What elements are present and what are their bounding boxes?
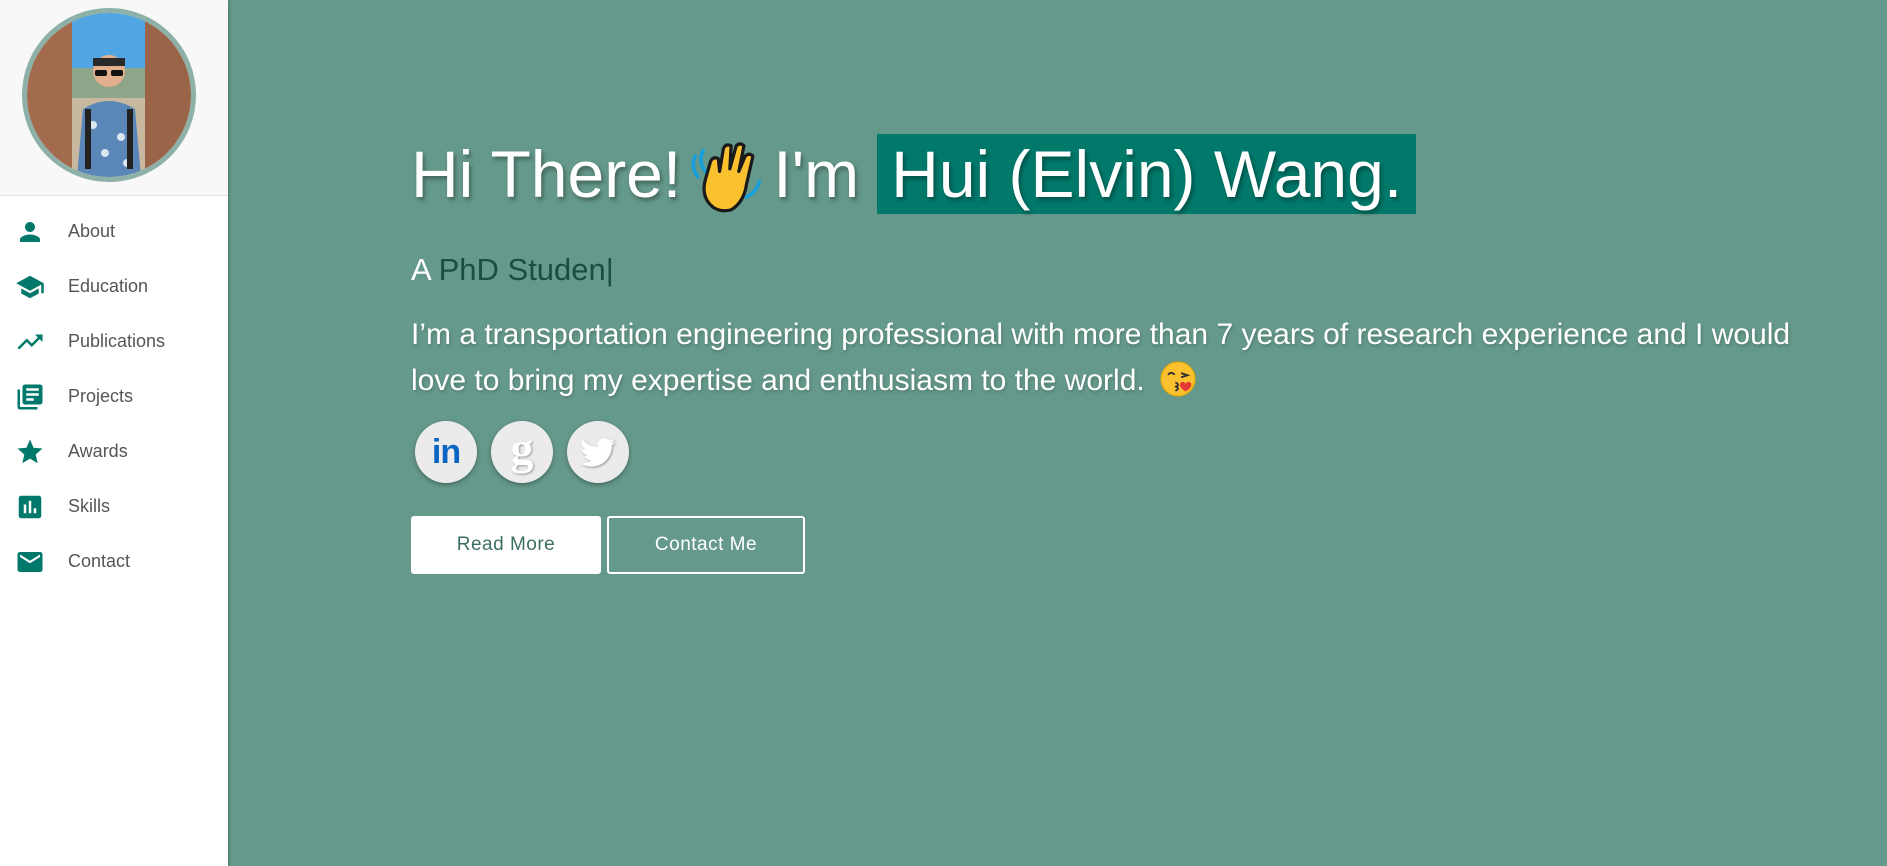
twitter-button[interactable] xyxy=(567,421,629,483)
twitter-icon xyxy=(580,438,616,467)
graduation-cap-icon xyxy=(14,271,46,303)
mail-icon xyxy=(14,546,46,578)
sidebar-item-awards[interactable]: Awards xyxy=(0,424,228,479)
sidebar-item-publications[interactable]: Publications xyxy=(0,314,228,369)
name-highlight: Hui (Elvin) Wang. xyxy=(877,134,1417,214)
sidebar: About Education Publications Projects Aw… xyxy=(0,0,228,866)
waving-hand-icon xyxy=(691,142,762,213)
sidebar-item-label: Education xyxy=(68,276,149,296)
linkedin-icon: in xyxy=(431,432,461,471)
typed-text: PhD Studen xyxy=(438,252,606,287)
sidebar-item-skills[interactable]: Skills xyxy=(0,479,228,534)
typed-subtitle: A PhD Studen| xyxy=(411,252,614,288)
sidebar-item-contact[interactable]: Contact xyxy=(0,534,228,589)
avatar xyxy=(22,8,196,182)
google-scholar-button[interactable]: g xyxy=(491,421,553,483)
sidebar-item-label: Contact xyxy=(68,551,131,571)
sidebar-item-label: Publications xyxy=(68,331,166,351)
trending-up-icon xyxy=(14,326,46,358)
sidebar-nav: About Education Publications Projects Aw… xyxy=(0,196,228,589)
person-icon xyxy=(14,216,46,248)
bar-chart-icon xyxy=(14,491,46,523)
hero-description: I’m a transportation engineering profess… xyxy=(411,312,1831,404)
star-icon xyxy=(14,436,46,468)
kissing-face-icon xyxy=(1160,361,1196,397)
read-more-button[interactable]: Read More xyxy=(411,516,601,574)
hero-section: Hi There! I'm Hui (Elvin) Wang. A PhD St… xyxy=(228,0,1887,866)
social-links: in g xyxy=(415,421,629,483)
description-text: I’m a transportation engineering profess… xyxy=(411,318,1791,397)
subtitle-prefix: A xyxy=(411,252,430,287)
intro-text: I'm xyxy=(773,137,860,211)
sidebar-item-label: Projects xyxy=(68,386,134,406)
google-icon: g xyxy=(510,422,534,474)
typing-cursor: | xyxy=(605,252,614,287)
profile-header xyxy=(0,0,228,196)
sidebar-item-label: Skills xyxy=(68,496,111,516)
sidebar-item-education[interactable]: Education xyxy=(0,259,228,314)
sidebar-item-label: Awards xyxy=(68,441,128,461)
greeting-text: Hi There! xyxy=(411,137,682,211)
sidebar-item-projects[interactable]: Projects xyxy=(0,369,228,424)
avatar-photo xyxy=(27,13,191,177)
linkedin-button[interactable]: in xyxy=(415,421,477,483)
library-books-icon xyxy=(14,381,46,413)
page: About Education Publications Projects Aw… xyxy=(0,0,1887,866)
contact-me-button[interactable]: Contact Me xyxy=(607,516,805,574)
hero-actions: Read More Contact Me xyxy=(411,516,805,574)
sidebar-item-about[interactable]: About xyxy=(0,204,228,259)
sidebar-item-label: About xyxy=(68,221,116,241)
hero-headline: Hi There! I'm Hui (Elvin) Wang. xyxy=(411,133,1417,215)
